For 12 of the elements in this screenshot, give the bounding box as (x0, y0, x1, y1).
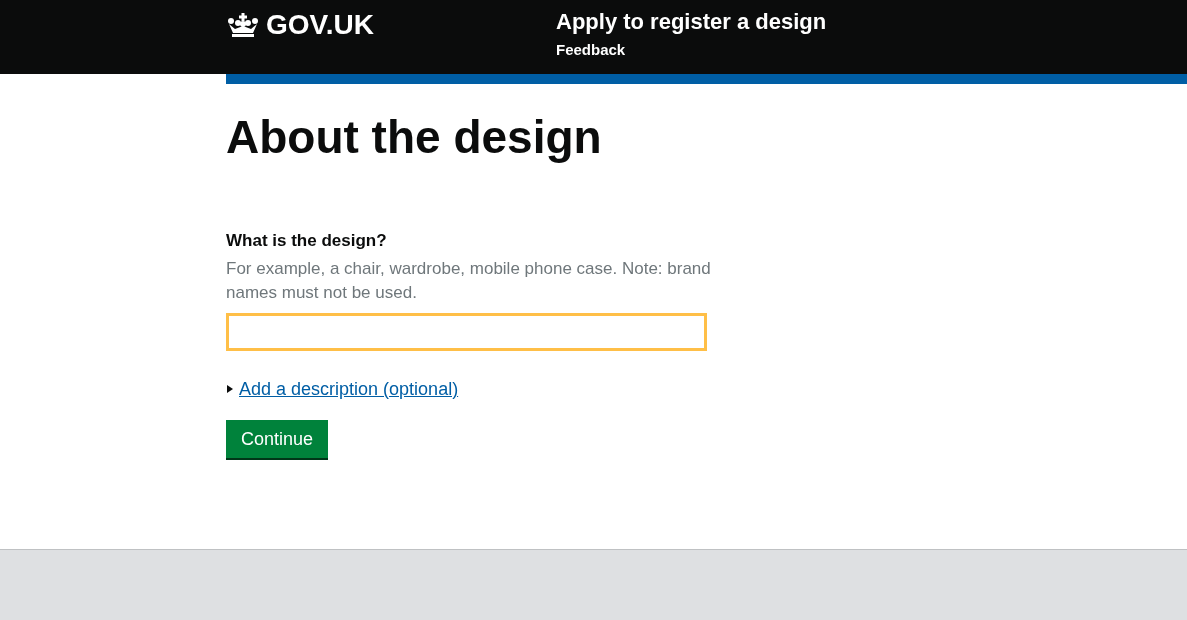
question-label: What is the design? (226, 230, 387, 251)
input-field[interactable] (226, 312, 707, 351)
page-heading: About the design (226, 112, 602, 163)
hint-text: For example, a chair, wardrobe, mobile phone case. Note: brand names must not be used. (226, 257, 712, 304)
feedback-link[interactable]: Feedback (556, 41, 827, 58)
continue-button[interactable]: Continue (226, 419, 329, 458)
details-summary-link[interactable]: Add a description (optional) (239, 378, 459, 400)
crown-icon (226, 12, 260, 38)
service-name[interactable]: Apply to register a design (556, 9, 827, 35)
logo-text: GOV.UK (266, 9, 374, 41)
disclosure-triangle-icon[interactable] (226, 385, 234, 394)
govuk-logo[interactable]: GOV.UK (226, 9, 374, 41)
